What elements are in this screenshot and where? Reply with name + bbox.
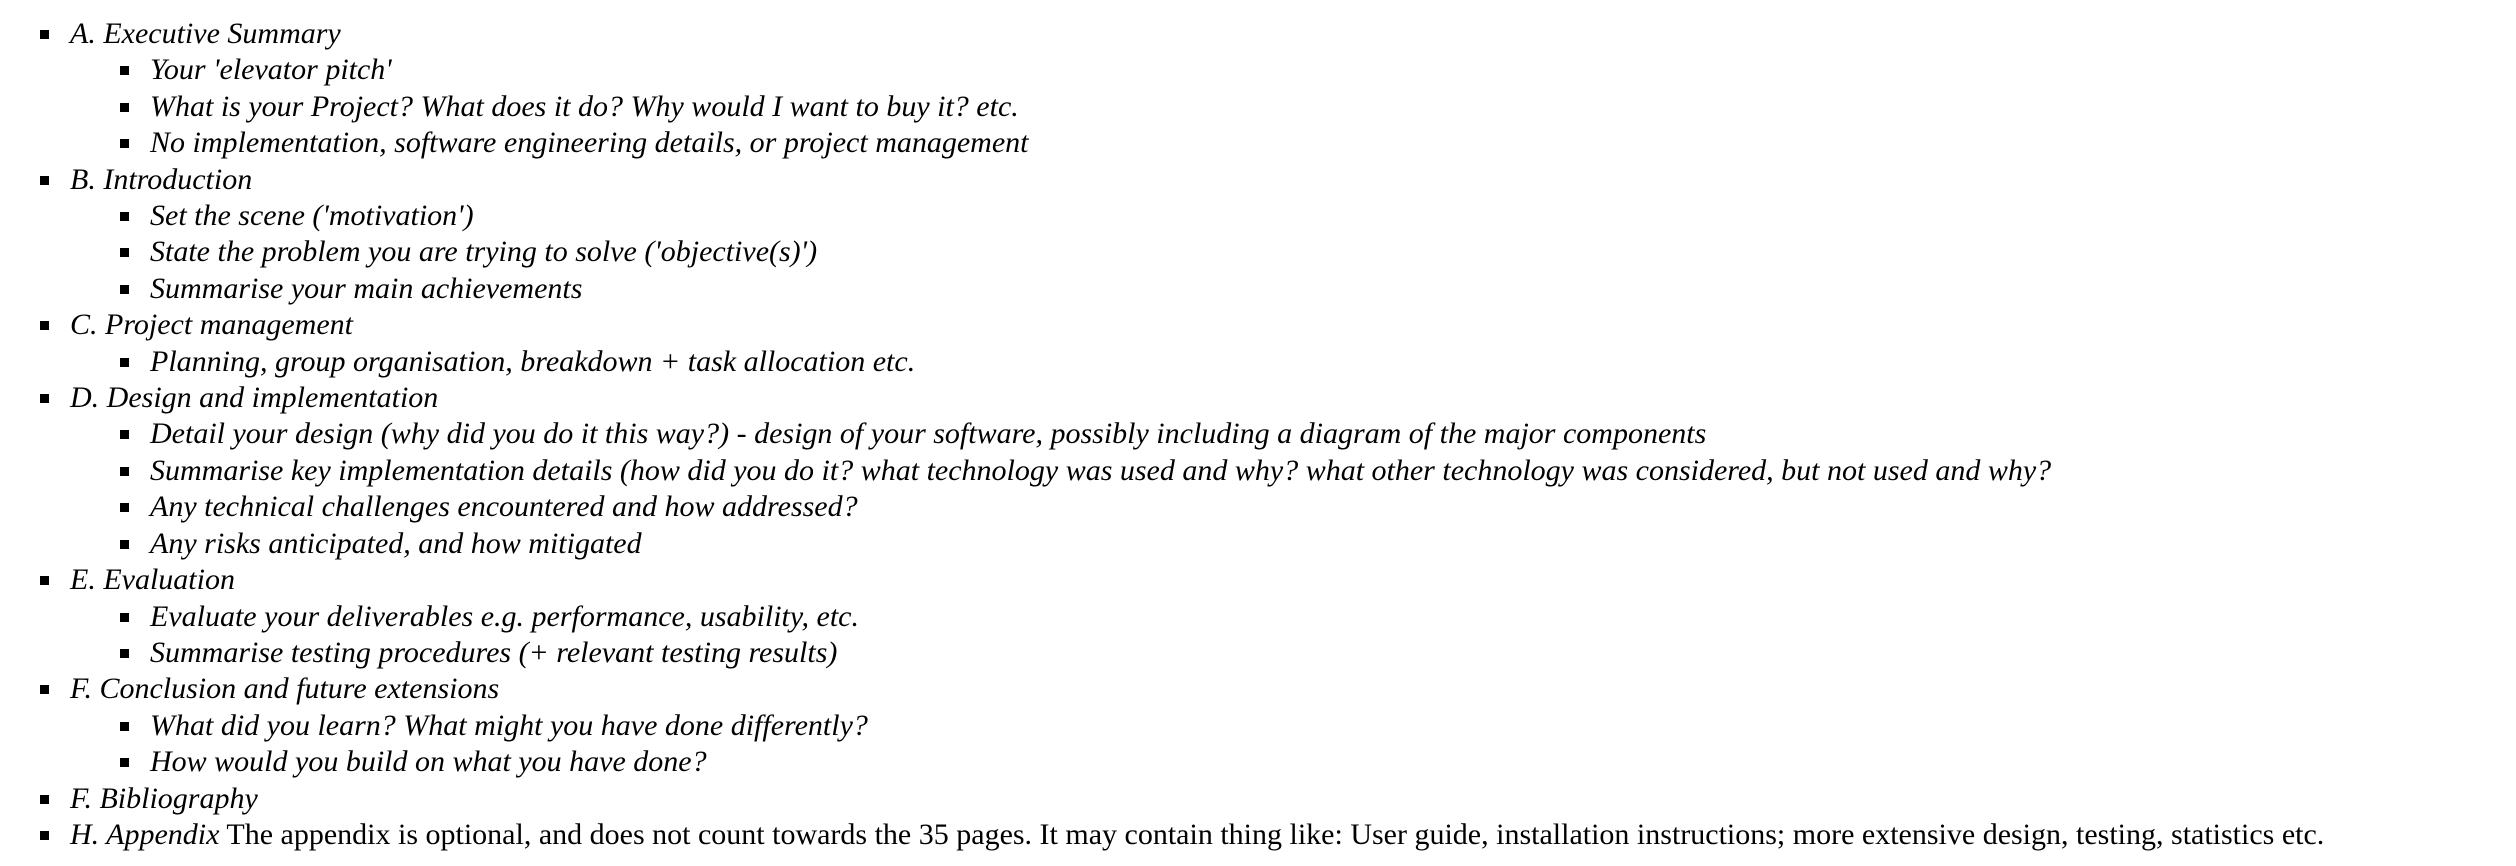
list-item-text: Summarise your main achievements [150,271,583,305]
section-project-management: C. Project management Planning, group or… [0,307,2516,380]
list-item-text: What is your Project? What does it do? W… [150,89,1019,123]
bullet-icon [120,503,129,513]
list-item-text: No implementation, software engineering … [150,126,1029,160]
list-item-text: Summarise testing procedures (+ relevant… [150,635,838,669]
section-items: What did you learn? What might you have … [70,708,2516,781]
bullet-icon [40,830,49,840]
appendix-note: The appendix is optional, and does not c… [226,817,2325,851]
list-item-text: Planning, group organisation, breakdown … [150,344,916,378]
list-item-text: Any technical challenges encountered and… [150,490,858,524]
section-title: H. Appendix [70,817,220,851]
bullet-icon [120,612,129,622]
list-item-text: Set the scene ('motivation') [150,199,474,233]
list-item: Any risks anticipated, and how mitigated [0,526,2516,562]
list-item-text: Any risks anticipated, and how mitigated [150,526,642,560]
list-item-text: Detail your design (why did you do it th… [150,417,1707,451]
section-title: F. Bibliography [70,781,258,815]
bullet-icon [120,102,129,112]
list-item-text: State the problem you are trying to solv… [150,235,818,269]
section-evaluation: E. Evaluation Evaluate your deliverables… [0,562,2516,671]
section-title: F. Conclusion and future extensions [70,672,500,706]
list-item: Set the scene ('motivation') [0,198,2516,234]
list-item: State the problem you are trying to solv… [0,234,2516,270]
bullet-icon [120,539,129,549]
bullet-icon [40,321,49,331]
list-item: Your 'elevator pitch' [0,52,2516,88]
bullet-icon [40,576,49,586]
list-item: What is your Project? What does it do? W… [0,89,2516,125]
bullet-icon [40,394,49,404]
list-item: Summarise key implementation details (ho… [0,453,2516,489]
list-item: Summarise your main achievements [0,271,2516,307]
bullet-icon [120,430,129,440]
bullet-icon [120,212,129,222]
section-title: C. Project management [70,308,353,342]
section-bibliography: F. Bibliography [0,781,2516,817]
list-item: Planning, group organisation, breakdown … [0,344,2516,380]
bullet-icon [120,466,129,476]
section-items: Your 'elevator pitch' What is your Proje… [70,52,2516,161]
section-executive-summary: A. Executive Summary Your 'elevator pitc… [0,16,2516,162]
list-item: No implementation, software engineering … [0,125,2516,161]
list-item: Any technical challenges encountered and… [0,489,2516,525]
section-title: B. Introduction [70,162,253,196]
section-items: Detail your design (why did you do it th… [70,416,2516,562]
bullet-icon [120,248,129,258]
section-title: D. Design and implementation [70,381,439,415]
section-items: Planning, group organisation, breakdown … [70,344,2516,380]
list-item: What did you learn? What might you have … [0,708,2516,744]
section-items: Evaluate your deliverables e.g. performa… [70,599,2516,672]
list-item: Detail your design (why did you do it th… [0,416,2516,452]
bullet-icon [40,794,49,804]
list-item-text: Summarise key implementation details (ho… [150,453,2052,487]
bullet-icon [120,648,129,658]
section-conclusion: F. Conclusion and future extensions What… [0,671,2516,780]
bullet-icon [120,357,129,367]
list-item-text: How would you build on what you have don… [150,745,707,779]
bullet-icon [40,175,49,185]
section-introduction: B. Introduction Set the scene ('motivati… [0,162,2516,308]
section-title: E. Evaluation [70,563,235,597]
list-item: Summarise testing procedures (+ relevant… [0,635,2516,671]
report-outline: A. Executive Summary Your 'elevator pitc… [0,0,2516,853]
bullet-icon [40,30,49,39]
list-item-text: Evaluate your deliverables e.g. performa… [150,599,859,633]
list-item-text: What did you learn? What might you have … [150,708,868,742]
section-design-implementation: D. Design and implementation Detail your… [0,380,2516,562]
bullet-icon [120,139,129,149]
bullet-icon [40,685,49,695]
section-title: A. Executive Summary [70,17,341,50]
bullet-icon [120,758,129,768]
list-item-text: Your 'elevator pitch' [150,53,392,87]
list-item: How would you build on what you have don… [0,744,2516,780]
bullet-icon [120,284,129,294]
section-appendix: H. Appendix The appendix is optional, an… [0,817,2516,853]
section-items: Set the scene ('motivation') State the p… [70,198,2516,307]
bullet-icon [120,66,129,76]
bullet-icon [120,721,129,731]
list-item: Evaluate your deliverables e.g. performa… [0,599,2516,635]
